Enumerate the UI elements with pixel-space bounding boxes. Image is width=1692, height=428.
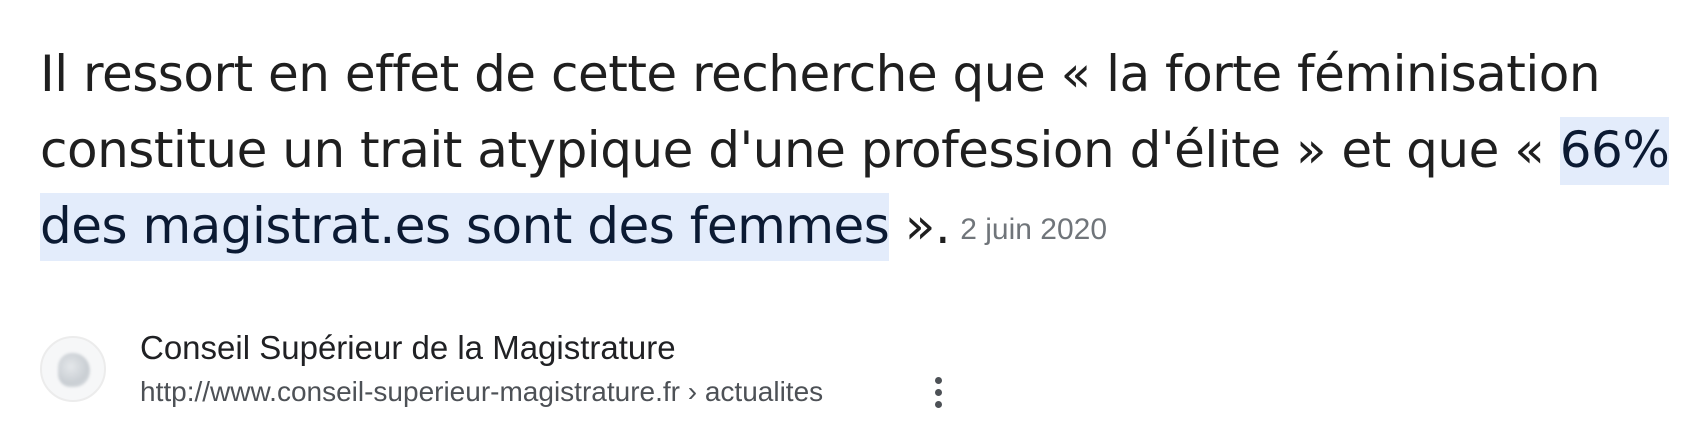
featured-snippet-text: Il ressort en effet de cette recherche q… — [40, 36, 1680, 268]
source-result[interactable]: Conseil Supérieur de la Magistrature htt… — [40, 328, 1040, 408]
more-options-icon[interactable] — [928, 372, 950, 414]
site-favicon-icon[interactable] — [40, 336, 106, 402]
snippet-text-before: Il ressort en effet de cette recherche q… — [40, 45, 1601, 179]
snippet-date: 2 juin 2020 — [960, 213, 1108, 246]
more-dot — [935, 389, 942, 396]
source-title[interactable]: Conseil Supérieur de la Magistrature — [140, 328, 676, 368]
more-dot — [935, 401, 942, 408]
snippet-text-after: ». — [889, 197, 951, 255]
favicon-image — [58, 353, 90, 387]
source-url[interactable]: http://www.conseil-superieur-magistratur… — [140, 374, 823, 410]
more-dot — [935, 377, 942, 384]
